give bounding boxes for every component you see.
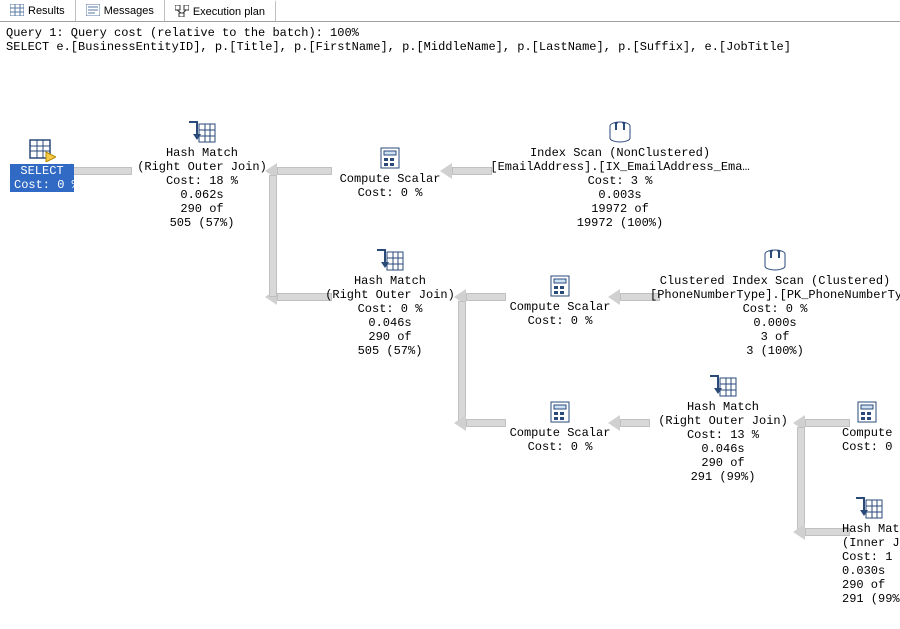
node-title: Hash Matc xyxy=(842,522,900,536)
node-duration: 0.062s xyxy=(132,188,272,202)
compute-scalar-icon xyxy=(547,400,573,424)
node-title: Hash Match xyxy=(132,146,272,160)
node-hash-match-2[interactable]: Hash Match (Right Outer Join) Cost: 0 % … xyxy=(320,248,460,358)
node-rows1: 3 of xyxy=(650,330,900,344)
node-hash-match-3[interactable]: Hash Match (Right Outer Join) Cost: 13 %… xyxy=(648,374,798,484)
tab-execution-plan[interactable]: Execution plan xyxy=(165,0,276,21)
node-title: Hash Match xyxy=(320,274,460,288)
node-cost: Cost: 0 % xyxy=(500,440,620,454)
index-scan-icon xyxy=(606,120,634,144)
node-rows2: 505 (57%) xyxy=(132,216,272,230)
tab-label: Results xyxy=(28,0,65,22)
node-title: Compute Scalar xyxy=(500,300,620,314)
node-cost: Cost: 0 % xyxy=(320,302,460,316)
node-rows1: 19972 of xyxy=(490,202,750,216)
node-title: Clustered Index Scan (Clustered) xyxy=(650,274,900,288)
compute-scalar-icon xyxy=(854,400,880,424)
query-sql-line: SELECT e.[BusinessEntityID], p.[Title], … xyxy=(6,40,894,54)
node-subtitle: (Inner Jo: xyxy=(842,536,900,550)
node-hash-match-1[interactable]: Hash Match (Right Outer Join) Cost: 18 %… xyxy=(132,120,272,230)
node-object: [PhoneNumberType].[PK_PhoneNumberTy… xyxy=(650,288,900,302)
node-rows1: 290 of xyxy=(842,578,900,592)
connector xyxy=(452,167,492,175)
connector xyxy=(620,419,650,427)
node-title: Compute Scalar xyxy=(500,426,620,440)
grid-icon xyxy=(10,4,24,16)
node-title: SELECT xyxy=(10,164,74,178)
node-rows1: 290 of xyxy=(648,456,798,470)
node-cost: Cost: 0 % xyxy=(500,314,620,328)
hash-match-icon xyxy=(375,248,405,272)
node-duration: 0.046s xyxy=(320,316,460,330)
node-duration: 0.003s xyxy=(490,188,750,202)
node-rows1: 290 of xyxy=(132,202,272,216)
node-title: Hash Match xyxy=(648,400,798,414)
node-compute-scalar-2[interactable]: Compute Scalar Cost: 0 % xyxy=(500,274,620,328)
node-clustered-index-scan-phonetype[interactable]: Clustered Index Scan (Clustered) [PhoneN… xyxy=(650,248,900,358)
connector xyxy=(797,427,805,532)
hash-match-icon xyxy=(187,120,217,144)
query-cost-line: Query 1: Query cost (relative to the bat… xyxy=(6,26,894,40)
tab-label: Execution plan xyxy=(193,1,265,23)
node-rows2: 291 (99% xyxy=(842,592,900,606)
tab-messages[interactable]: Messages xyxy=(76,0,165,21)
node-hash-match-4[interactable]: Hash Matc (Inner Jo: Cost: 1 0.030s 290 … xyxy=(842,496,900,606)
node-index-scan-email[interactable]: Index Scan (NonClustered) [EmailAddress]… xyxy=(490,120,750,230)
node-cost: Cost: 0 % xyxy=(330,186,450,200)
node-subtitle: (Right Outer Join) xyxy=(320,288,460,302)
tab-results[interactable]: Results xyxy=(0,0,76,21)
messages-icon xyxy=(86,4,100,16)
node-object: [EmailAddress].[IX_EmailAddress_Ema… xyxy=(490,160,750,174)
connector xyxy=(277,167,332,175)
node-duration: 0.046s xyxy=(648,442,798,456)
select-icon xyxy=(28,138,56,162)
node-title: Compute Sca xyxy=(842,426,900,440)
execution-plan-canvas[interactable]: SELECT Cost: 0 % Hash Match (Right Outer… xyxy=(0,56,900,629)
hash-match-icon xyxy=(854,496,884,520)
node-cost: Cost: 18 % xyxy=(132,174,272,188)
node-rows2: 291 (99%) xyxy=(648,470,798,484)
node-rows2: 19972 (100%) xyxy=(490,216,750,230)
node-duration: 0.030s xyxy=(842,564,900,578)
node-title: Compute Scalar xyxy=(330,172,450,186)
arrow xyxy=(454,415,466,431)
node-cost: Cost: 0 % xyxy=(650,302,900,316)
tab-label: Messages xyxy=(104,0,154,22)
node-cost: Cost: 13 % xyxy=(648,428,798,442)
node-cost: Cost: 0 % xyxy=(10,178,74,192)
compute-scalar-icon xyxy=(377,146,403,170)
plan-icon xyxy=(175,5,189,17)
node-cost: Cost: 0 xyxy=(842,440,900,454)
arrow xyxy=(793,524,805,540)
index-scan-icon xyxy=(761,248,789,272)
tab-bar: Results Messages Execution plan xyxy=(0,0,900,22)
connector xyxy=(72,167,132,175)
node-compute-scalar-3[interactable]: Compute Scalar Cost: 0 % xyxy=(500,400,620,454)
node-compute-scalar-4[interactable]: Compute Sca Cost: 0 xyxy=(842,400,900,454)
hash-match-icon xyxy=(708,374,738,398)
node-compute-scalar-1[interactable]: Compute Scalar Cost: 0 % xyxy=(330,146,450,200)
query-header: Query 1: Query cost (relative to the bat… xyxy=(0,22,900,56)
node-cost: Cost: 3 % xyxy=(490,174,750,188)
node-subtitle: (Right Outer Join) xyxy=(132,160,272,174)
compute-scalar-icon xyxy=(547,274,573,298)
node-rows2: 3 (100%) xyxy=(650,344,900,358)
node-subtitle: (Right Outer Join) xyxy=(648,414,798,428)
node-select[interactable]: SELECT Cost: 0 % xyxy=(10,138,74,192)
node-duration: 0.000s xyxy=(650,316,900,330)
node-rows1: 290 of xyxy=(320,330,460,344)
node-title: Index Scan (NonClustered) xyxy=(490,146,750,160)
node-rows2: 505 (57%) xyxy=(320,344,460,358)
node-cost: Cost: 1 xyxy=(842,550,900,564)
